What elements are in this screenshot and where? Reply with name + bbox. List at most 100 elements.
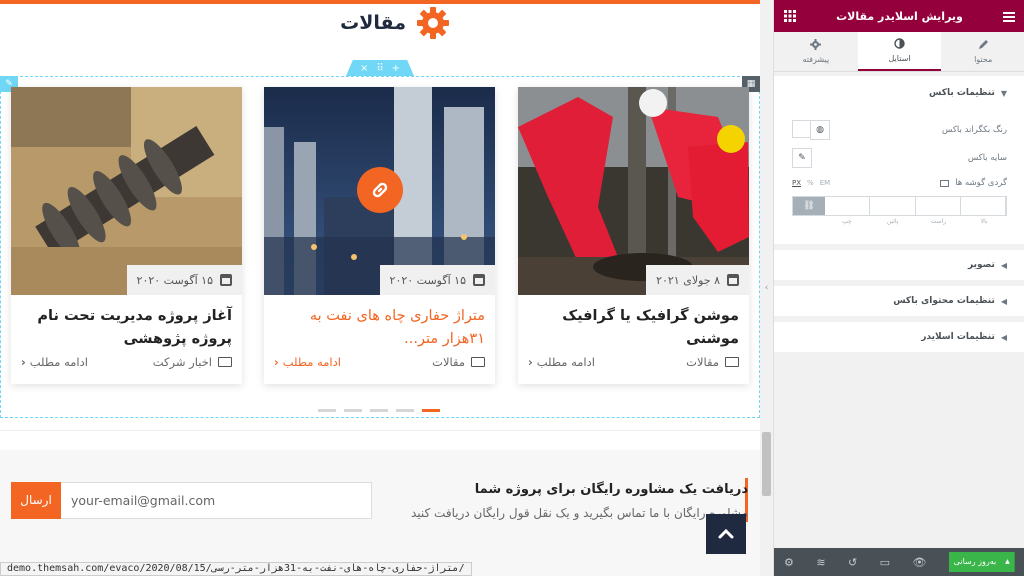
post-category[interactable]: اخبار شرکت	[153, 355, 232, 369]
panel-footer: ⚙ ≋ ↺ ▭ 👁 به‌روز رسانی ▲	[774, 548, 1024, 576]
calendar-icon	[473, 274, 485, 286]
section-toggle-slider[interactable]: ◀ تنظیمات اسلایدر	[774, 322, 1024, 352]
radius-input-bottom[interactable]	[870, 197, 916, 215]
chevron-left-icon: ‹	[274, 355, 279, 369]
newsletter-title: دریافت یک مشاوره رایگان برای پروژه شما	[474, 482, 748, 497]
slider-dot[interactable]	[344, 409, 362, 412]
read-more-link[interactable]: ادامه مطلب‹	[274, 355, 341, 369]
bg-color-label: رنگ بکگراند باکس	[942, 125, 1007, 135]
chevron-up-icon	[718, 528, 734, 539]
folder-icon	[725, 357, 739, 367]
gear-icon	[416, 6, 450, 40]
publish-group: به‌روز رسانی ▲	[948, 552, 1015, 572]
editor-preview: مقالات × ⠿ + ✎ ▦ ۸ جولای ۲۰۲۱ موشن گرافی…	[0, 0, 773, 576]
folder-icon	[218, 357, 232, 367]
scroll-to-top-button[interactable]	[706, 514, 746, 554]
slider-pagination	[318, 409, 440, 412]
post-date: ۱۵ آگوست ۲۰۲۰	[379, 265, 495, 295]
caret-left-icon: ◀	[1000, 296, 1007, 306]
history-icon[interactable]: ↺	[848, 556, 857, 569]
caret-left-icon: ◀	[1000, 332, 1007, 342]
pencil-icon	[978, 39, 989, 52]
post-date: ۱۵ آگوست ۲۰۲۰	[126, 265, 242, 295]
post-title[interactable]: آغاز پروژه مدیریت تحت نام پروژه پژوهشی	[21, 305, 232, 351]
panel-tabs: محتوا استایل پیشرفته	[774, 32, 1024, 72]
drag-handle-icon[interactable]: ⠿	[376, 63, 383, 74]
tab-advanced[interactable]: پیشرفته	[774, 32, 858, 71]
section-heading: مقالات	[320, 6, 450, 40]
section-handle[interactable]: × ⠿ +	[346, 60, 414, 76]
section-toggle-image[interactable]: ◀ تصویر	[774, 250, 1024, 280]
preview-eye-icon[interactable]: 👁	[913, 556, 927, 569]
link-values-icon[interactable]: ⛓	[793, 197, 825, 215]
post-title[interactable]: موشن گرافیک یا گرافیک موشنی	[528, 305, 739, 351]
radius-input-right[interactable]	[915, 197, 961, 215]
top-accent-bar	[0, 0, 760, 4]
tab-content[interactable]: محتوا	[941, 32, 1024, 71]
settings-gear-icon[interactable]: ⚙	[784, 556, 794, 569]
post-category[interactable]: مقالات	[432, 355, 485, 369]
radius-input-labels: چپ پائین راست بالا	[842, 218, 988, 225]
read-more-link[interactable]: ادامه مطلب‹	[21, 355, 88, 369]
post-card[interactable]: ۱۵ آگوست ۲۰۲۰ متراژ حفاری چاه های نفت به…	[264, 87, 495, 384]
post-date-text: ۱۵ آگوست ۲۰۲۰	[136, 273, 213, 287]
shadow-label: سایه باکس	[967, 153, 1007, 163]
newsletter-subtitle: مشاوره رایگان با ما تماس بگیرید و یک نقل…	[410, 506, 748, 520]
gear-icon	[810, 39, 822, 52]
slider-dot[interactable]	[396, 409, 414, 412]
layers-icon[interactable]: ≋	[816, 556, 825, 569]
slider-dot-active[interactable]	[422, 409, 440, 412]
radius-label: گردی گوشه ها	[955, 178, 1007, 188]
post-date-text: ۱۵ آگوست ۲۰۲۰	[389, 273, 466, 287]
chevron-left-icon: ‹	[21, 355, 26, 369]
email-input[interactable]: your-email@gmail.com	[60, 482, 372, 519]
panel-collapse-toggle[interactable]: ‹	[760, 270, 773, 306]
contrast-icon	[894, 38, 905, 51]
globe-icon[interactable]: ◍	[810, 120, 830, 140]
calendar-icon	[220, 274, 232, 286]
shadow-edit-pencil-icon[interactable]: ✎	[792, 148, 812, 168]
caret-down-icon: ▼	[1000, 88, 1007, 98]
bg-color-picker[interactable]: ◍	[792, 120, 830, 140]
panel-header: ویرایش اسلایدر مقالات	[774, 0, 1024, 32]
box-settings-section: ▼ تنظیمات باکس رنگ بکگراند باکس ◍ سایه ب…	[774, 76, 1024, 244]
read-more-link[interactable]: ادامه مطلب‹	[528, 355, 595, 369]
elementor-panel: ویرایش اسلایدر مقالات محتوا استایل پیشرف…	[773, 0, 1024, 576]
post-date: ۸ جولای ۲۰۲۱	[646, 265, 749, 295]
divider	[0, 430, 760, 431]
calendar-icon	[727, 274, 739, 286]
status-bar-url: demo.themsah.com/evaco/2020/08/15/متراژ-…	[0, 562, 472, 576]
post-card[interactable]: ۱۵ آگوست ۲۰۲۰ آغاز پروژه مدیریت تحت نام …	[11, 87, 242, 384]
tab-style[interactable]: استایل	[857, 32, 942, 71]
folder-icon	[471, 357, 485, 367]
slider-dot[interactable]	[318, 409, 336, 412]
link-icon[interactable]	[357, 167, 403, 213]
post-thumbnail[interactable]	[11, 87, 242, 295]
border-radius-inputs: ⛓	[792, 196, 1007, 216]
responsive-icon[interactable]: ▭	[880, 556, 890, 569]
panel-title: ویرایش اسلایدر مقالات	[836, 9, 963, 23]
add-icon[interactable]: +	[392, 63, 400, 74]
update-button[interactable]: به‌روز رسانی	[948, 552, 1001, 572]
post-thumbnail[interactable]	[518, 87, 749, 295]
widgets-grid-icon[interactable]	[784, 7, 796, 26]
section-toggle-box-settings[interactable]: ▼ تنظیمات باکس	[774, 76, 1024, 110]
caret-left-icon: ◀	[1000, 260, 1007, 270]
post-thumbnail[interactable]	[264, 87, 495, 295]
radius-input-left[interactable]	[825, 197, 871, 215]
post-title[interactable]: متراژ حفاری چاه های نفت به ۳۱هزار متر...	[274, 305, 485, 351]
close-icon[interactable]: ×	[360, 63, 368, 74]
hamburger-menu-icon[interactable]	[1003, 7, 1015, 26]
section-toggle-box-content[interactable]: ◀ تنظیمات محتوای باکس	[774, 286, 1024, 316]
section-title: مقالات	[340, 12, 406, 34]
slider-dot[interactable]	[370, 409, 388, 412]
unit-switcher[interactable]: PX % EM	[792, 179, 830, 187]
post-card[interactable]: ۸ جولای ۲۰۲۱ موشن گرافیک یا گرافیک موشنی…	[518, 87, 749, 384]
post-category[interactable]: مقالات	[686, 355, 739, 369]
send-button[interactable]: ارسال	[11, 482, 61, 519]
desktop-icon[interactable]	[940, 179, 950, 187]
post-date-text: ۸ جولای ۲۰۲۱	[656, 273, 720, 287]
radius-input-top[interactable]	[960, 197, 1006, 215]
publish-options-icon[interactable]: ▲	[1000, 552, 1015, 572]
chevron-left-icon: ‹	[528, 355, 533, 369]
